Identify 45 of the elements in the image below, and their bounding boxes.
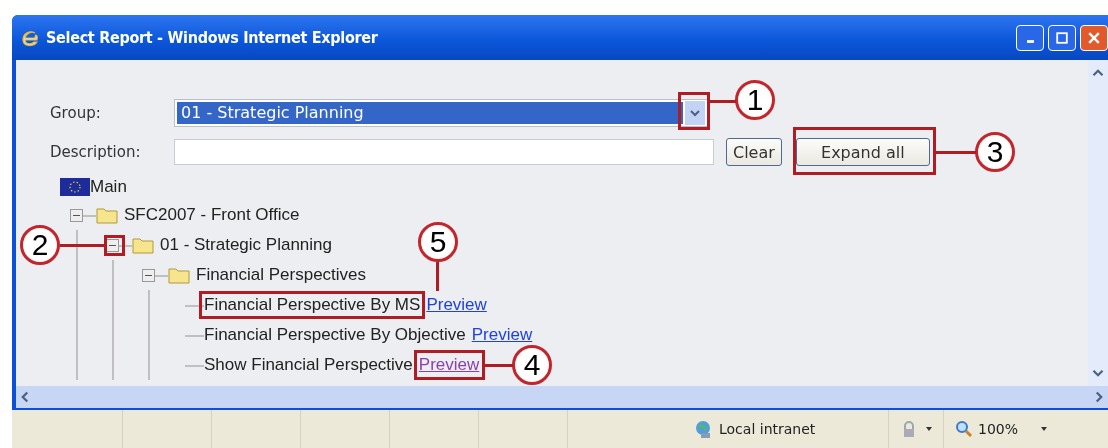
leader-line [485,364,513,367]
zoom-icon[interactable] [954,419,974,439]
globe-icon [693,419,713,439]
leader-line [436,262,439,291]
preview-link[interactable]: Preview [471,325,533,345]
folder-icon [168,266,190,284]
maximize-icon [1056,31,1068,44]
leader-line [936,151,976,154]
collapse-toggle[interactable] [70,209,83,222]
vertical-scrollbar[interactable] [1088,60,1108,386]
flag-icon [60,178,90,196]
description-field[interactable] [174,139,714,165]
preview-link[interactable]: Preview [418,355,480,375]
caret-icon[interactable] [925,425,933,433]
tree-item[interactable]: Financial Perspective By MS [204,295,421,315]
group-label: Group: [50,104,102,122]
tree-item[interactable]: Show Financial Perspective [204,355,413,375]
leader-line [710,100,736,103]
minimize-icon [1026,40,1034,43]
folder-icon [96,206,118,224]
maximize-button[interactable] [1048,24,1076,51]
caret-icon[interactable] [1040,425,1049,433]
window-title: Select Report - Windows Internet Explorer [46,28,378,47]
highlight-frame [414,350,485,380]
preview-link[interactable]: Preview [426,295,487,315]
tree-item[interactable]: 01 - Strategic Planning [160,235,332,255]
folder-icon [132,236,154,254]
group-dropdown[interactable]: 01 - Strategic Planning [174,99,708,127]
collapse-toggle[interactable] [142,269,155,282]
highlight-frame [104,235,125,256]
clear-button[interactable]: Clear [726,138,782,166]
tree-item[interactable]: Financial Perspective By Objective [204,325,466,345]
description-label: Description: [50,143,142,161]
horizontal-scrollbar[interactable] [16,386,1108,408]
tree-item[interactable]: Financial Perspectives [196,265,367,285]
highlight-frame [678,92,710,130]
leader-line [60,244,104,247]
expand-all-button[interactable]: Expand all [795,138,930,166]
tree-item[interactable]: Main [90,177,127,197]
tree-item[interactable]: SFC2007 - Front Office [124,205,300,225]
minimize-button[interactable] [1016,24,1044,51]
close-icon [1088,31,1100,44]
zoom-level[interactable]: 100% [978,421,1019,437]
zone-label: Local intranet [719,421,816,437]
close-button[interactable] [1080,24,1108,51]
